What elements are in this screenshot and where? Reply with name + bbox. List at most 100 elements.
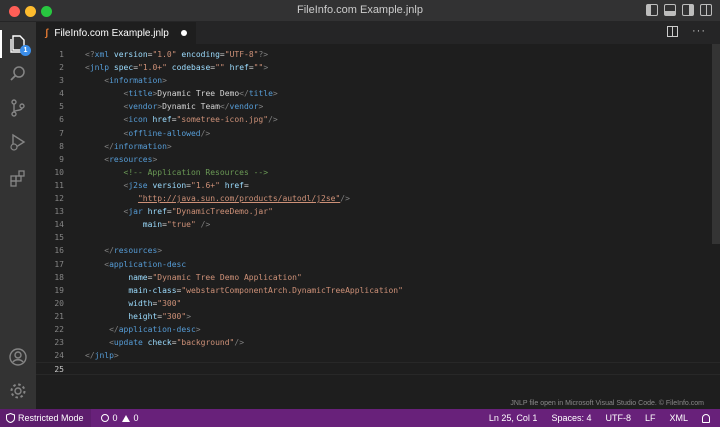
- run-debug-button[interactable]: [6, 130, 30, 154]
- line-text: main="true" />: [85, 218, 210, 231]
- code-line[interactable]: 11 <j2se version="1.6+" href=: [36, 179, 720, 192]
- code-line[interactable]: 24 </jnlp>: [36, 349, 720, 362]
- gear-icon: [10, 383, 26, 399]
- code-line[interactable]: 18 name="Dynamic Tree Demo Application": [36, 271, 720, 284]
- token-pun: <?: [85, 50, 95, 59]
- problems-indicator[interactable]: 0 0: [100, 413, 139, 423]
- line-text: </resources>: [85, 244, 162, 257]
- cursor-position[interactable]: Ln 25, Col 1: [489, 413, 538, 423]
- token-str: "DynamicTreeDemo.jar": [171, 207, 273, 217]
- customize-layout-icon[interactable]: [700, 4, 712, 16]
- line-number: 13: [54, 207, 64, 217]
- line-number: 24: [54, 351, 64, 361]
- toggle-primary-sidebar-icon[interactable]: [646, 4, 658, 16]
- explorer-badge: 1: [20, 45, 31, 56]
- code-line[interactable]: 23 <update check="background"/>: [36, 336, 720, 349]
- line-text: <vendor>Dynamic Team</vendor>: [85, 100, 264, 113]
- editor-scrollbar[interactable]: [712, 44, 720, 244]
- code-line[interactable]: 15: [36, 231, 720, 244]
- line-text: <!-- Application Resources -->: [85, 166, 269, 179]
- code-line[interactable]: 9 <resources>: [36, 153, 720, 166]
- token-pun: >: [263, 63, 269, 73]
- language-mode[interactable]: XML: [669, 413, 688, 423]
- toggle-secondary-sidebar-icon[interactable]: [682, 4, 694, 16]
- token-attr: main-class: [128, 285, 177, 295]
- line-number: 25: [54, 365, 64, 375]
- code-line[interactable]: 25: [36, 362, 720, 376]
- line-text: height="300">: [85, 310, 191, 323]
- line-number: 18: [54, 272, 64, 282]
- token-tag: j2se: [128, 180, 148, 190]
- code-line[interactable]: 17 <application-desc: [36, 258, 720, 271]
- toggle-panel-icon[interactable]: [664, 4, 676, 16]
- code-line[interactable]: 10 <!-- Application Resources -->: [36, 166, 720, 179]
- token-str: "true": [166, 220, 196, 230]
- code-line[interactable]: 12 "http://java.sun.com/products/autodl/…: [36, 192, 720, 205]
- code-line[interactable]: 22 </application-desc>: [36, 323, 720, 336]
- token-pun: >: [162, 76, 167, 86]
- restricted-mode-indicator[interactable]: Restricted Mode: [0, 409, 91, 427]
- encoding[interactable]: UTF-8: [605, 413, 631, 423]
- code-line[interactable]: 6 <icon href="sometree-icon.jpg"/>: [36, 113, 720, 126]
- account-icon: [9, 348, 27, 366]
- code-line[interactable]: 7 <offline-allowed/>: [36, 127, 720, 140]
- end-of-line[interactable]: LF: [645, 413, 656, 423]
- token-str: "background": [176, 338, 235, 348]
- indentation[interactable]: Spaces: 4: [551, 413, 591, 423]
- code-line[interactable]: 16 </resources>: [36, 244, 720, 257]
- editor-tab-bar: ʃ FileInfo.com Example.jnlp ···: [36, 22, 720, 44]
- editor-actions: ···: [667, 26, 706, 37]
- line-number: 2: [59, 63, 64, 73]
- unsaved-dot-icon[interactable]: [180, 30, 187, 36]
- explorer-button[interactable]: 1: [6, 32, 31, 56]
- code-line[interactable]: 4 <title>Dynamic Tree Demo</title>: [36, 87, 720, 100]
- code-editor[interactable]: 1 <?xml version="1.0" encoding="UTF-8"?> 2…: [36, 44, 720, 409]
- search-button[interactable]: [6, 62, 30, 86]
- token-attr: spec: [113, 63, 134, 73]
- token-pun: />: [340, 194, 350, 204]
- watermark: JNLP file open in Microsoft Visual Studi…: [510, 400, 704, 407]
- line-number: 9: [59, 154, 64, 164]
- line-number: 23: [54, 338, 64, 348]
- token-pun: />: [268, 115, 278, 125]
- token-attr: href: [224, 180, 244, 190]
- accounts-button[interactable]: [6, 345, 30, 369]
- token-tag: vendor: [128, 102, 158, 112]
- manage-button[interactable]: [6, 379, 30, 403]
- status-bar: Restricted Mode 0 0 Ln 25, Col 1 Spaces:…: [0, 409, 720, 427]
- token-tag: resources: [109, 154, 153, 164]
- editor-tab[interactable]: ʃ FileInfo.com Example.jnlp: [36, 22, 196, 44]
- notifications-bell-icon[interactable]: [702, 413, 710, 423]
- source-control-button[interactable]: [6, 96, 30, 120]
- error-count: 0: [112, 413, 118, 423]
- code-line[interactable]: 1 <?xml version="1.0" encoding="UTF-8"?>: [36, 48, 720, 61]
- code-line[interactable]: 8 </information>: [36, 140, 720, 153]
- code-line[interactable]: 21 height="300">: [36, 310, 720, 323]
- line-text: <application-desc: [85, 258, 186, 271]
- code-line[interactable]: 5 <vendor>Dynamic Team</vendor>: [36, 100, 720, 113]
- code-line[interactable]: 19 main-class="webstartComponentArch.Dyn…: [36, 284, 720, 297]
- code-line[interactable]: 13 <jar href="DynamicTreeDemo.jar": [36, 205, 720, 218]
- source-control-icon: [11, 99, 25, 117]
- split-editor-icon[interactable]: [667, 26, 678, 37]
- token-tag: icon: [128, 115, 148, 125]
- code-line[interactable]: 2 <jnlp spec="1.0+" codebase="" href="">: [36, 61, 720, 74]
- token-tag: jar: [128, 207, 143, 217]
- line-text: <?xml version="1.0" encoding="UTF-8"?>: [85, 48, 268, 61]
- code-line[interactable]: 14 main="true" />: [36, 218, 720, 231]
- token-pun: >: [195, 324, 201, 334]
- more-actions-icon[interactable]: ···: [692, 26, 706, 37]
- token-tag: application-desc: [118, 324, 196, 334]
- code-line[interactable]: 20 width="300": [36, 297, 720, 310]
- tab-label: FileInfo.com Example.jnlp: [54, 27, 169, 39]
- extensions-button[interactable]: [6, 166, 30, 190]
- line-number: 14: [54, 220, 64, 230]
- code-line[interactable]: 3 <information>: [36, 74, 720, 87]
